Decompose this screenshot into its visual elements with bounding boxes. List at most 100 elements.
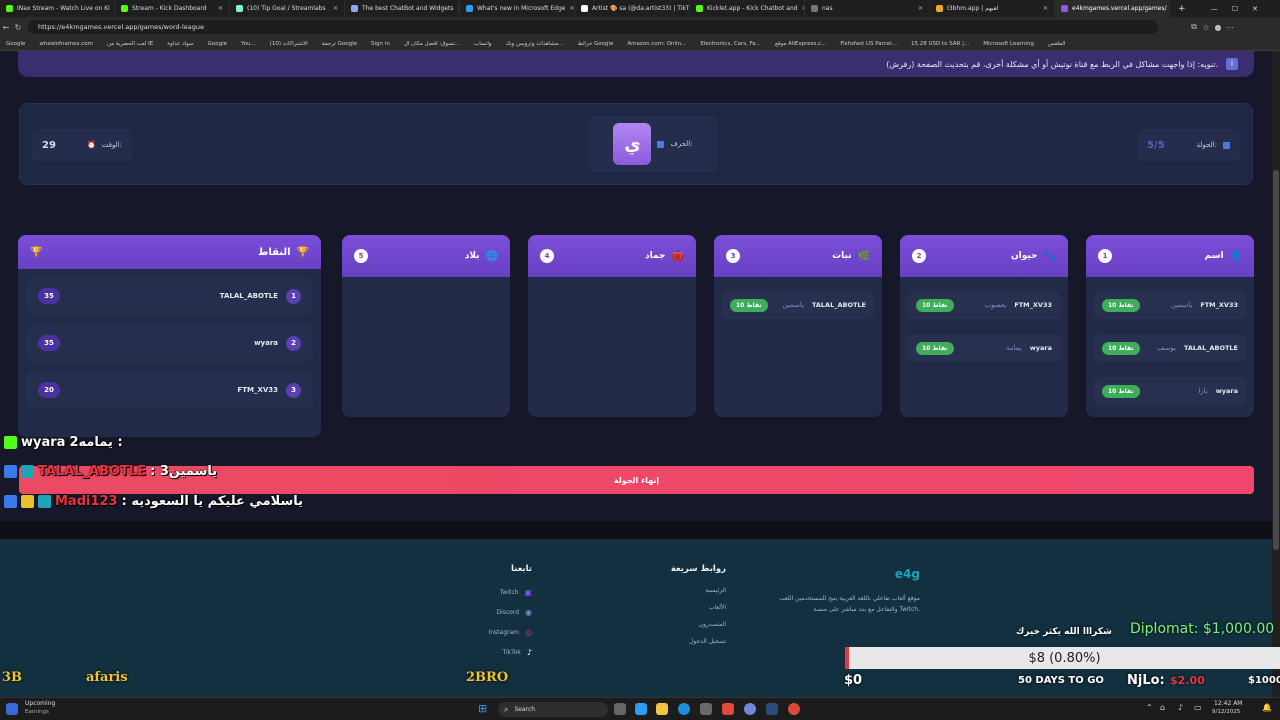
chat-username: wyara <box>21 434 66 450</box>
copilot-icon[interactable] <box>635 703 647 715</box>
player-name: TALAL_ABOTLE <box>1183 344 1238 352</box>
footer-social-link[interactable]: TikTok ♪ <box>460 642 532 662</box>
tab-close-icon[interactable]: ✕ <box>333 5 338 12</box>
bookmark-item[interactable]: خرائط Google <box>578 41 614 47</box>
bookmark-item[interactable]: Electronics, Cars, Fa... <box>700 41 761 47</box>
volume-icon[interactable]: ♪ <box>1178 703 1183 712</box>
taskbar-search[interactable]: ⌕ Search <box>498 702 608 717</box>
footer-social-link[interactable]: Instagram ◎ <box>460 622 532 642</box>
page-content: تنويه: إذا واجهت مشاكل في الربط مع قناة … <box>0 51 1272 697</box>
bookmark-item[interactable]: (10) الاشتراكات <box>270 41 308 47</box>
bookmark-item[interactable]: Google <box>208 41 227 47</box>
tab-close-icon[interactable]: ✕ <box>1043 5 1048 12</box>
points-panel: 🏆 النقاط 🏆 35 TALAL_ABOTLE 1 35 wyara 2 20 FTM_X… <box>18 235 321 437</box>
refresh-icon[interactable]: ↻ <box>12 23 24 32</box>
category-title: جماد <box>645 251 666 261</box>
battery-icon[interactable]: ▭ <box>1194 703 1202 712</box>
url-field[interactable]: https://e4kmgames.vercel.app/games/word-… <box>28 20 1158 34</box>
more-icon[interactable]: ⋯ <box>1224 23 1236 32</box>
footer-quick-link[interactable]: تسجيل الدخول <box>640 633 726 650</box>
brave-icon[interactable] <box>722 703 734 715</box>
bookmark-item[interactable]: Google <box>6 41 25 47</box>
footer-quick-link[interactable]: الألعاب <box>640 599 726 616</box>
answer-entry: 10 نقاط يوسف TALAL_ABOTLE <box>1094 334 1246 362</box>
globe-icon: 🌐 <box>485 250 498 262</box>
task-view-icon[interactable] <box>614 703 626 715</box>
bookmark-item[interactable]: Sign in <box>371 41 390 47</box>
person-icon: 👤 <box>1229 250 1242 262</box>
bookmark-item[interactable]: الطقس <box>1048 41 1066 47</box>
network-icon[interactable]: ⌂ <box>1160 703 1165 712</box>
browser-tab[interactable]: e4kmgames.vercel.app/games/✕ <box>1055 0 1170 17</box>
footer-social-link[interactable]: Discord ◉ <box>460 602 532 622</box>
tray-chevron-icon[interactable]: ⌃ <box>1146 703 1153 712</box>
browser-tab[interactable]: (10) Tip Goal / Streamlabs ✕ <box>230 0 345 17</box>
file-explorer-icon[interactable] <box>656 703 668 715</box>
bookmark-item[interactable]: مشاهدات وترويس ونك... <box>506 41 564 47</box>
bookmark-item[interactable]: wheelofnames.com <box>39 41 93 47</box>
footer-quick-link[interactable]: الرئيسية <box>640 582 726 599</box>
browser-tab[interactable]: I3bhm.app | لعبهم ✕ <box>930 0 1055 17</box>
bookmark-item[interactable]: You... <box>241 41 256 47</box>
footer-quick-link[interactable]: المتصدرون <box>640 616 726 633</box>
steam-icon[interactable] <box>766 703 778 715</box>
bookmark-item[interactable]: Fishsfast US Parcel... <box>840 41 897 47</box>
bookmark-item[interactable]: واتساب <box>474 41 491 47</box>
footer-link-label: Discord <box>496 608 520 616</box>
tab-favicon-icon <box>351 5 358 12</box>
bookmark-item[interactable]: لعب الحضرية من IE <box>107 41 153 47</box>
follow-block: تابعنا Twitch ▣ Discord ◉ Instagram ◎ TikTok ♪ <box>460 564 532 662</box>
weather-icon <box>6 703 18 715</box>
tab-close-icon[interactable]: ✕ <box>218 5 223 12</box>
favorites-icon[interactable]: ☆ <box>1200 23 1212 32</box>
instagram-icon: ◎ <box>525 627 532 637</box>
tab-label: INax Stream - Watch Live on Ki <box>17 5 110 12</box>
browser-tab[interactable]: Stream - Kick Dashboard ✕ <box>115 0 230 17</box>
bookmark-item[interactable]: ترجمة Google <box>322 41 357 47</box>
back-icon[interactable]: ← <box>0 23 12 32</box>
browser-tab[interactable]: Artist 🎨 sa (@da.artist33) | TikT✕ <box>575 0 690 17</box>
tab-close-icon[interactable]: ✕ <box>918 5 923 12</box>
extensions-icon[interactable]: ⧉ <box>1188 22 1200 32</box>
edge-icon[interactable] <box>678 703 690 715</box>
start-icon[interactable]: ⊞ <box>478 702 487 715</box>
bookmark-item[interactable]: Amazon.com: Onlin... <box>627 41 686 47</box>
points-badge: 10 نقاط <box>1102 384 1140 398</box>
days-to-go-text: 50 DAYS TO GO <box>1018 675 1104 686</box>
tab-favicon-icon <box>6 5 13 12</box>
bookmark-item[interactable]: Microsoft Learning <box>983 41 1034 47</box>
bookmark-item[interactable]: سواد عداوة <box>167 41 193 47</box>
browser-tab[interactable]: nas ✕ <box>805 0 930 17</box>
bookmark-item[interactable]: 15.28 USD to SAR |... <box>911 41 969 47</box>
store-icon[interactable] <box>700 703 712 715</box>
discord-taskbar-icon[interactable] <box>744 703 756 715</box>
category-title: حيوان <box>1010 251 1038 261</box>
round-value: 5/5 <box>1146 139 1165 151</box>
tab-favicon-icon <box>121 5 128 12</box>
browser-tab[interactable]: Kicklet.app - Kick Chatbot and✕ <box>690 0 805 17</box>
bookmark-item[interactable]: موقع AliExpress.c... <box>775 41 826 47</box>
player-name: wyara <box>254 339 278 347</box>
new-tab-icon[interactable]: + <box>1170 4 1194 14</box>
category-header: 4 جماد 🧰 <box>528 235 696 277</box>
round-icon <box>1223 141 1230 149</box>
profile-icon[interactable]: ● <box>1212 23 1224 32</box>
tab-close-icon[interactable]: ✕ <box>569 5 574 12</box>
windows-taskbar: Upcoming Earnings ⊞ ⌕ Search ⌃ ⌂ ♪ ▭ 12:… <box>0 697 1280 720</box>
browser-tab[interactable]: INax Stream - Watch Live on Ki✕ <box>0 0 115 17</box>
chat-badge-icon <box>4 435 17 449</box>
chat-message: TALAL_ABOTLE: ياسمين3 <box>4 462 217 480</box>
browser-tab[interactable]: What's new in Microsoft Edge ✕ <box>460 0 575 17</box>
score-badge: 35 <box>38 335 60 351</box>
browser-tab[interactable]: The best ChatBot and Widgets✕ <box>345 0 460 17</box>
notifications-icon[interactable]: 🔔 <box>1262 703 1272 712</box>
points-badge: 10 نقاط <box>916 341 954 355</box>
obs-icon[interactable] <box>788 703 800 715</box>
bookmark-item[interactable]: تسوق: افضل مكان ال... <box>404 41 460 47</box>
tab-label: Artist 🎨 sa (@da.artist33) | TikT <box>592 5 690 12</box>
scrollbar-thumb[interactable] <box>1273 170 1279 550</box>
tab-favicon-icon <box>811 5 818 12</box>
category-title-group: نبات 🌿 <box>832 251 870 262</box>
footer-social-link[interactable]: Twitch ▣ <box>460 582 532 602</box>
category-header: 1 اسم 👤 <box>1086 235 1254 277</box>
